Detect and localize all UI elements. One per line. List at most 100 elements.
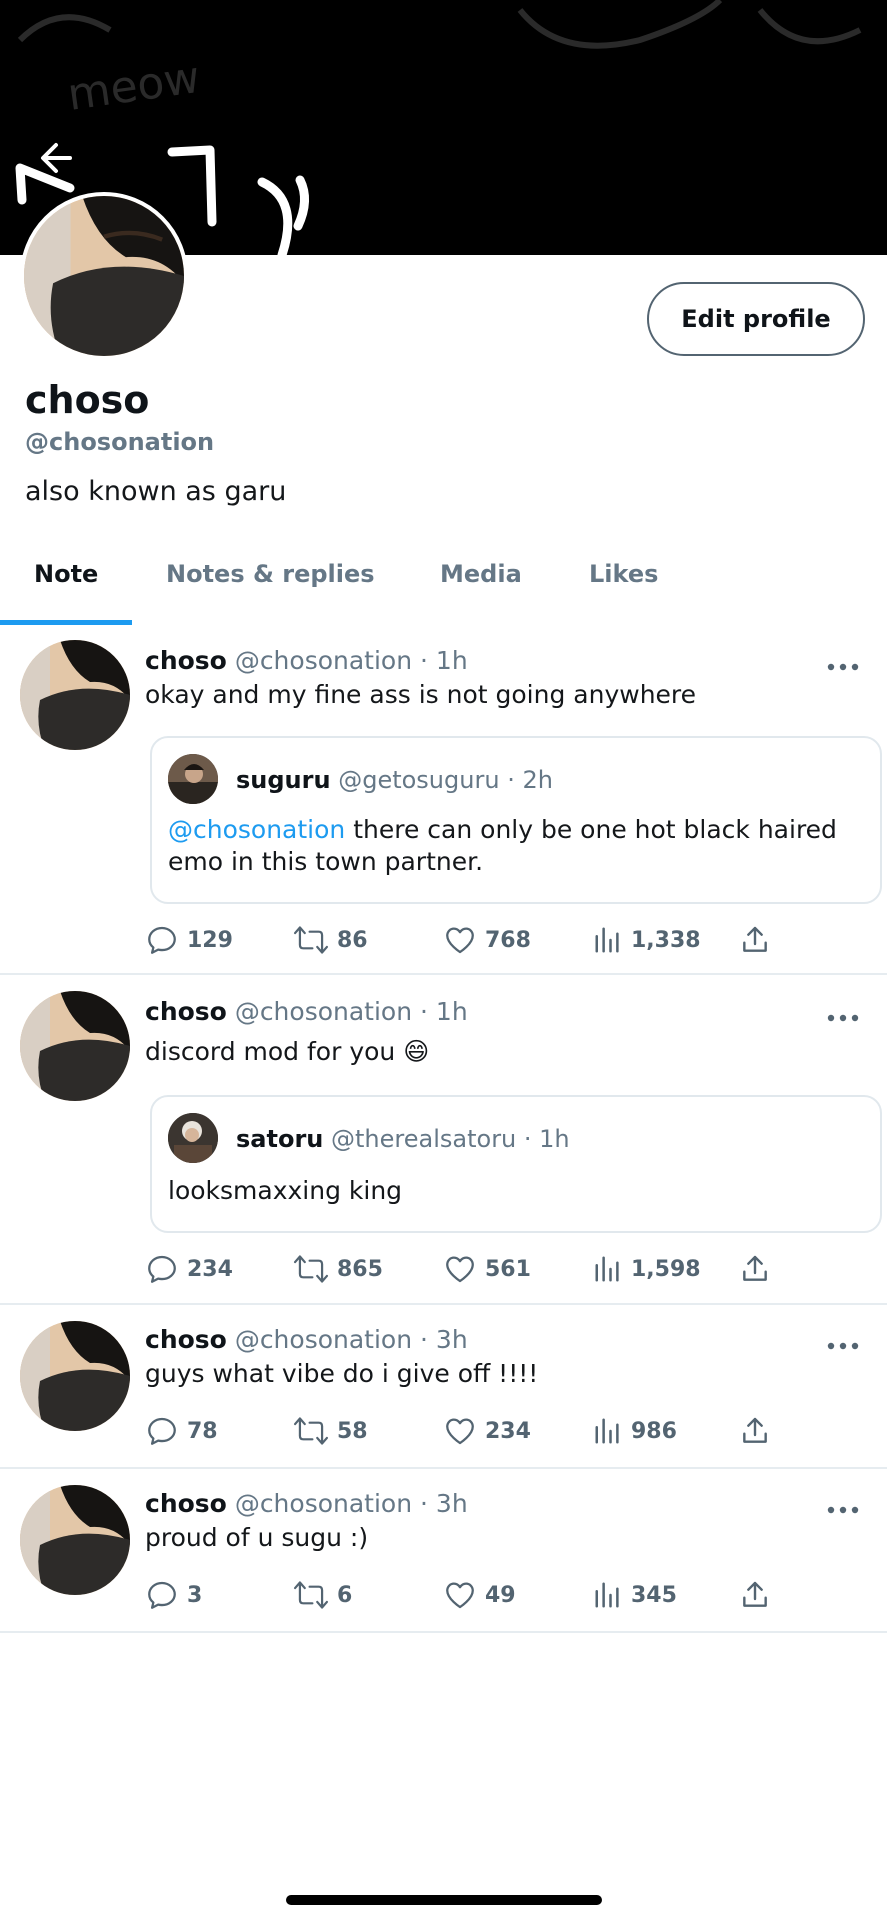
- repost-button[interactable]: 865: [293, 1249, 383, 1289]
- repost-count: 6: [337, 1582, 353, 1608]
- view-count: 1,598: [631, 1256, 701, 1282]
- profile-name: choso: [25, 378, 150, 422]
- quoted-tweet[interactable]: satoru @therealsatoru · 1h looksmaxxing …: [150, 1095, 882, 1233]
- views-button[interactable]: 1,598: [593, 1249, 701, 1289]
- reply-icon: [148, 926, 176, 954]
- reply-button[interactable]: 234: [145, 1249, 233, 1289]
- like-button[interactable]: 49: [443, 1575, 516, 1615]
- tweet-avatar[interactable]: [20, 1485, 130, 1595]
- analytics-icon: [595, 927, 619, 953]
- more-horizontal-icon: [827, 1014, 859, 1022]
- more-options-button[interactable]: [826, 1337, 860, 1357]
- repost-count: 865: [337, 1256, 383, 1282]
- profile-handle: @chosonation: [25, 428, 215, 456]
- tweet[interactable]: choso @chosonation · 1h discord mod for …: [0, 975, 887, 1305]
- reply-icon: [148, 1417, 176, 1445]
- views-button[interactable]: 1,338: [593, 920, 701, 960]
- repost-button[interactable]: 6: [293, 1575, 352, 1615]
- tweet-avatar[interactable]: [20, 1321, 130, 1431]
- quoted-author-name: satoru: [236, 1125, 324, 1153]
- tab-likes[interactable]: Likes: [589, 560, 658, 588]
- quoted-author-name: suguru: [236, 766, 331, 794]
- like-button[interactable]: 768: [443, 920, 531, 960]
- analytics-icon: [595, 1256, 619, 1282]
- more-options-button[interactable]: [826, 1009, 860, 1029]
- reply-icon: [148, 1581, 176, 1609]
- analytics-icon: [595, 1582, 619, 1608]
- arrow-left-icon: [41, 143, 72, 173]
- reply-count: 78: [187, 1418, 218, 1444]
- heart-icon: [446, 927, 474, 954]
- reply-count: 129: [187, 927, 233, 953]
- more-horizontal-icon: [827, 1506, 859, 1514]
- tab-note[interactable]: Note: [34, 560, 98, 588]
- more-options-button[interactable]: [826, 658, 860, 678]
- mention-link[interactable]: @chosonation: [168, 815, 345, 844]
- tweet-avatar[interactable]: [20, 640, 130, 750]
- tweet-author-handle: @chosonation: [234, 1325, 413, 1354]
- quoted-author-handle: @getosuguru: [338, 766, 500, 794]
- quoted-tweet-avatar: [168, 1113, 218, 1163]
- tweet-text: guys what vibe do i give off !!!!: [145, 1359, 539, 1388]
- quoted-tweet-avatar: [168, 754, 218, 804]
- tweet-time: · 1h: [420, 646, 468, 675]
- share-button[interactable]: [739, 1575, 771, 1615]
- like-count: 768: [485, 927, 531, 953]
- like-button[interactable]: 561: [443, 1249, 531, 1289]
- views-button[interactable]: 986: [593, 1411, 677, 1451]
- heart-icon: [446, 1256, 474, 1283]
- home-indicator[interactable]: [286, 1895, 602, 1905]
- like-button[interactable]: 234: [443, 1411, 531, 1451]
- tweet-actions: 78 58 234 986: [145, 1411, 785, 1451]
- like-count: 561: [485, 1256, 531, 1282]
- quoted-tweet[interactable]: suguru @getosuguru · 2h @chosonation the…: [150, 736, 882, 904]
- tweet-avatar[interactable]: [20, 991, 130, 1101]
- reply-button[interactable]: 78: [145, 1411, 218, 1451]
- tab-notes-replies[interactable]: Notes & replies: [166, 560, 375, 588]
- quoted-tweet-header: satoru @therealsatoru · 1h: [236, 1125, 570, 1153]
- reply-icon: [148, 1255, 176, 1283]
- more-options-button[interactable]: [826, 1501, 860, 1521]
- repost-button[interactable]: 58: [293, 1411, 368, 1451]
- tweet[interactable]: choso @chosonation · 3h guys what vibe d…: [0, 1305, 887, 1469]
- analytics-icon: [595, 1418, 619, 1444]
- tweet[interactable]: choso @chosonation · 1h okay and my fine…: [0, 626, 887, 975]
- share-button[interactable]: [739, 920, 771, 960]
- profile-bio: also known as garu: [25, 476, 287, 507]
- share-button[interactable]: [739, 1411, 771, 1451]
- tab-media[interactable]: Media: [440, 560, 522, 588]
- tweet-author-name: choso: [145, 997, 227, 1026]
- quoted-tweet-text: looksmaxxing king: [168, 1176, 403, 1205]
- repost-button[interactable]: 86: [293, 920, 368, 960]
- quoted-tweet-time: · 2h: [507, 766, 553, 794]
- profile-avatar[interactable]: [20, 192, 188, 360]
- tweet-header: choso @chosonation · 1h: [145, 646, 468, 675]
- tweet-header: choso @chosonation · 1h: [145, 997, 468, 1026]
- back-button[interactable]: [36, 136, 80, 180]
- views-button[interactable]: 345: [593, 1575, 677, 1615]
- quoted-tweet-text: @chosonation there can only be one hot b…: [168, 815, 837, 876]
- repost-icon: [293, 1581, 329, 1609]
- tweet-time: · 3h: [420, 1489, 468, 1518]
- tweet-text: okay and my fine ass is not going anywhe…: [145, 680, 697, 709]
- tweet-time: · 1h: [420, 997, 468, 1026]
- reply-button[interactable]: 129: [145, 920, 233, 960]
- quoted-tweet-time: · 1h: [523, 1125, 570, 1153]
- edit-profile-button[interactable]: Edit profile: [647, 282, 865, 356]
- tweet-author-handle: @chosonation: [234, 1489, 413, 1518]
- reply-button[interactable]: 3: [145, 1575, 202, 1615]
- heart-icon: [446, 1582, 474, 1609]
- quoted-tweet-header: suguru @getosuguru · 2h: [236, 766, 553, 794]
- view-count: 345: [631, 1582, 677, 1608]
- tweet-actions: 3 6 49 345: [145, 1575, 785, 1615]
- tweet-time: · 3h: [420, 1325, 468, 1354]
- tweet-author-handle: @chosonation: [234, 997, 413, 1026]
- repost-icon: [293, 1255, 329, 1283]
- share-icon: [743, 1255, 767, 1281]
- share-icon: [743, 1417, 767, 1443]
- share-button[interactable]: [739, 1249, 771, 1289]
- tweet[interactable]: choso @chosonation · 3h proud of u sugu …: [0, 1469, 887, 1633]
- active-tab-indicator: [0, 620, 132, 625]
- quoted-author-handle: @therealsatoru: [331, 1125, 517, 1153]
- banner-doodle-text: meow: [64, 52, 203, 121]
